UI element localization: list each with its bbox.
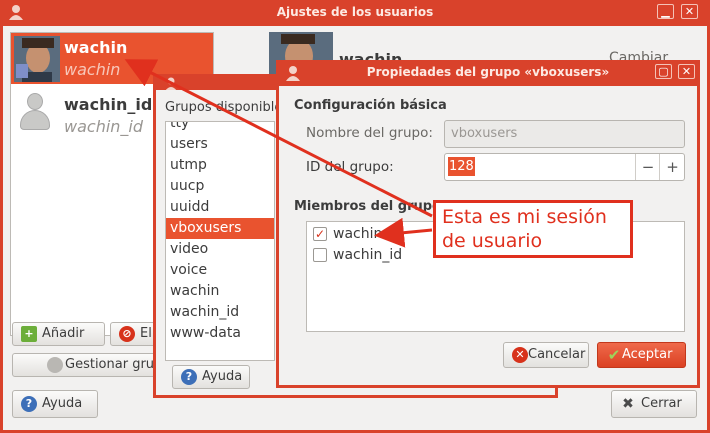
annotation-callout: Esta es mi sesión de usuario: [433, 200, 633, 258]
annotation-line-1: Esta es mi sesión: [442, 206, 607, 228]
annotation-arrow-to-user: [124, 59, 433, 218]
annotation-line-2: de usuario: [442, 230, 543, 252]
annotation-arrow-to-member: [374, 217, 433, 248]
